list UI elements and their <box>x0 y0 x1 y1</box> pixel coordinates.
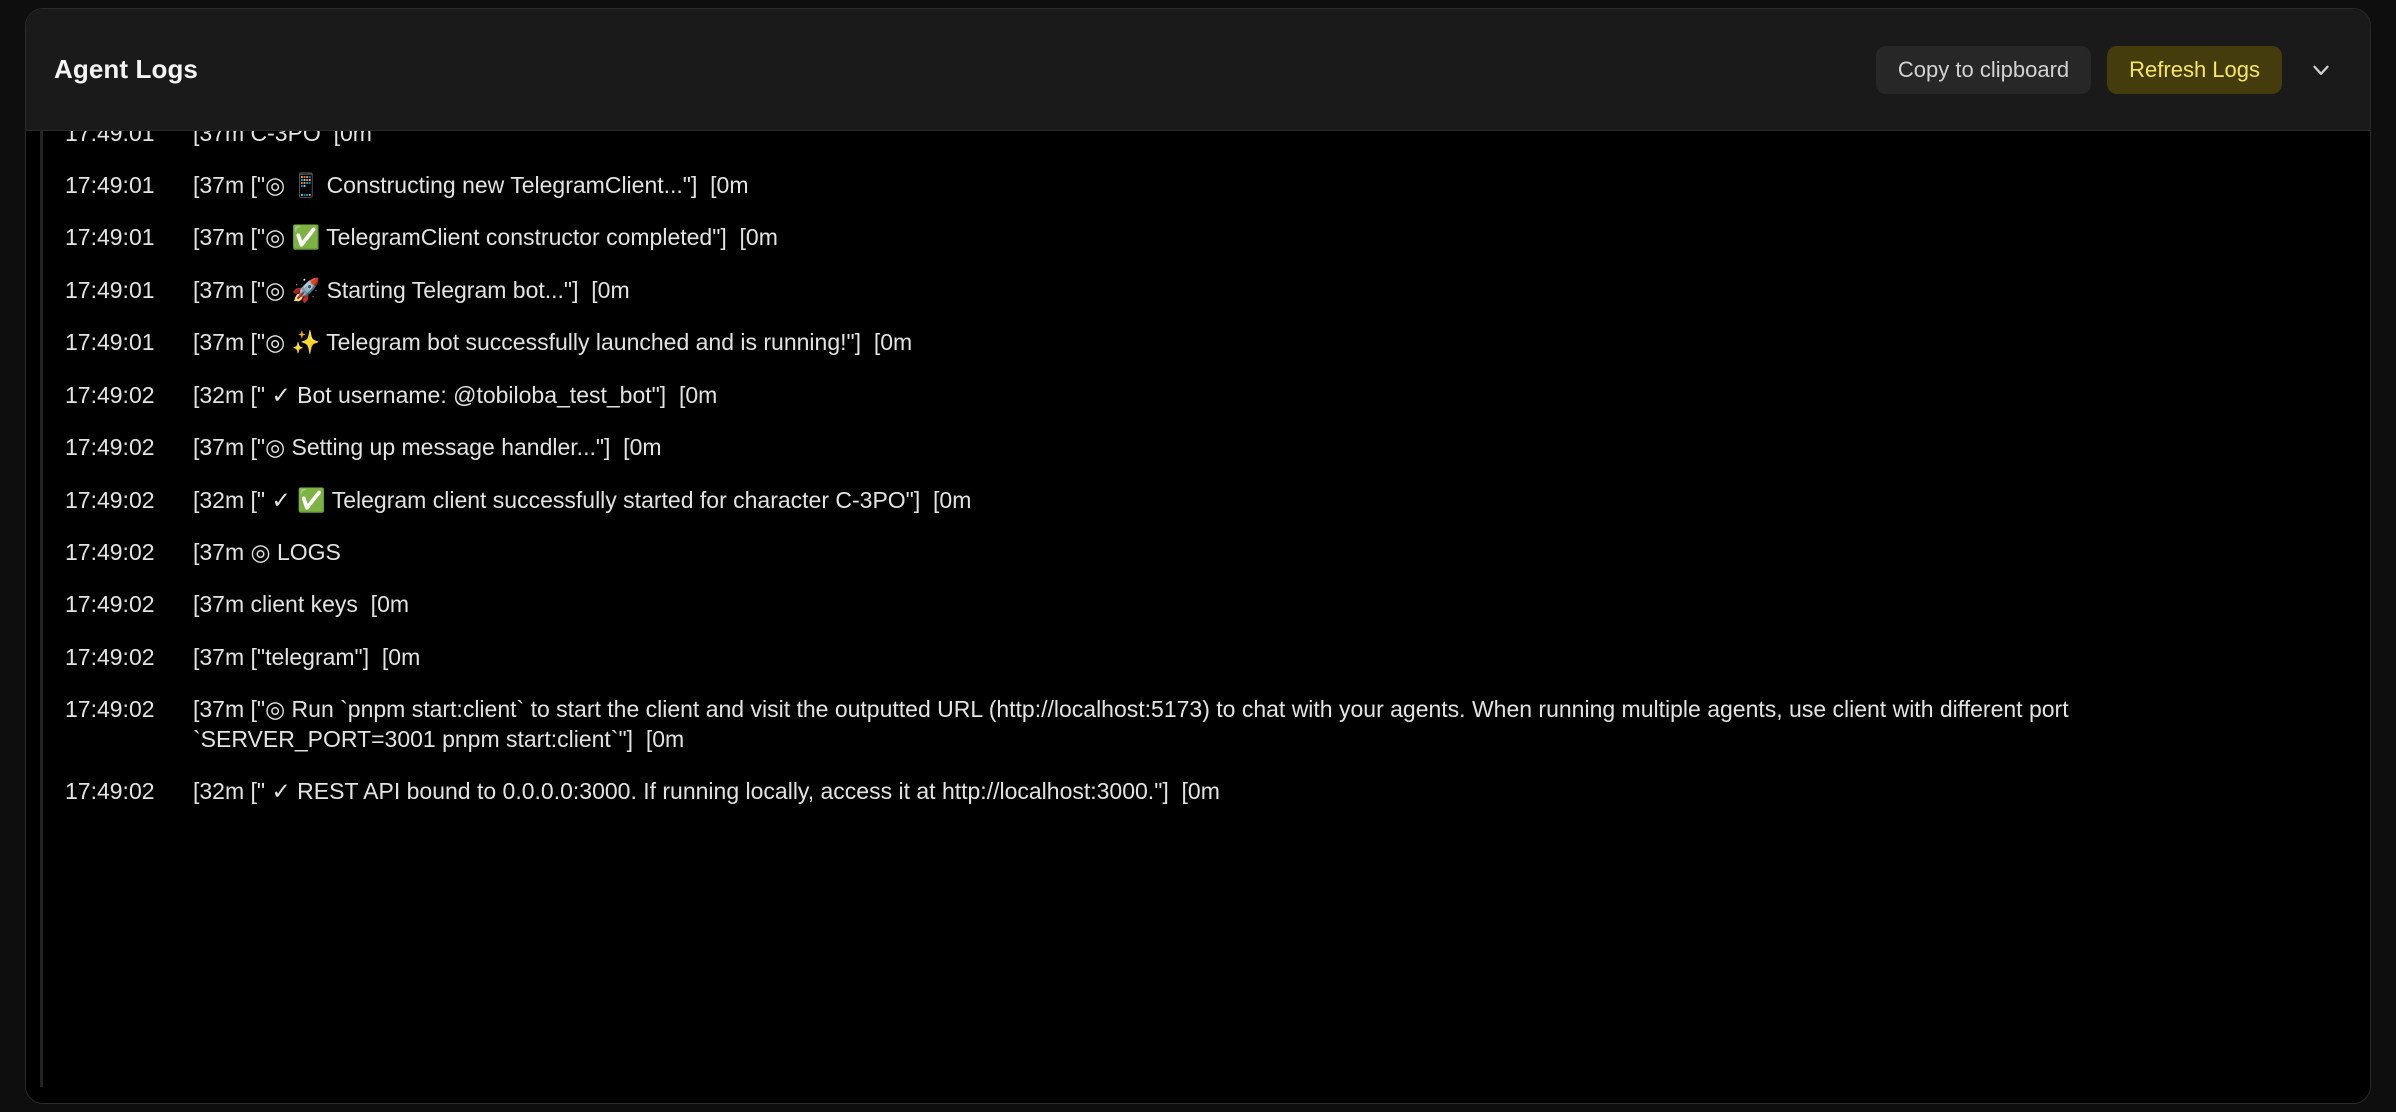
refresh-logs-button[interactable]: Refresh Logs <box>2107 45 2282 94</box>
copy-to-clipboard-button[interactable]: Copy to clipboard <box>1875 45 2092 94</box>
log-timestamp: 17:49:01 <box>65 224 155 251</box>
log-line: 17:49:02 [32m [" ✓ ✅ Telegram client succ… <box>65 474 2350 526</box>
log-message: [37m C-3PO [0m <box>193 131 372 146</box>
page-root: Agent Logs Copy to clipboard Refresh Log… <box>0 0 2396 1112</box>
log-message: [32m [" ✓ Bot username: @tobiloba_test_b… <box>193 381 718 408</box>
log-line: 17:49:02 [37m ["◎ Run `pnpm start:client`… <box>65 684 2350 766</box>
card-header: Agent Logs Copy to clipboard Refresh Log… <box>26 9 2370 131</box>
log-message: [37m ["◎ 🚀 Starting Telegram bot..."] [0… <box>193 276 630 303</box>
log-line: 17:49:02 [37m ["telegram"] [0m <box>65 631 2350 683</box>
log-message: [37m ["◎ 📱 Constructing new TelegramClie… <box>193 171 749 198</box>
log-message: [37m ["telegram"] [0m <box>193 643 421 670</box>
log-line: 17:49:01 [37m ["◎ ✨ Telegram bot successf… <box>65 317 2350 369</box>
log-timestamp: 17:49:02 <box>65 539 155 565</box>
log-timestamp: 17:49:02 <box>65 696 155 723</box>
log-line: 17:49:02 [37m client keys [0m <box>65 579 2350 631</box>
log-message: [37m ["◎ Run `pnpm start:client` to star… <box>193 696 2075 752</box>
header-actions: Copy to clipboard Refresh Logs <box>1875 45 2344 94</box>
log-timestamp: 17:49:01 <box>65 131 155 146</box>
log-line: 17:49:02 [37m ["◎ Setting up message hand… <box>65 422 2350 474</box>
log-timestamp: 17:49:02 <box>65 434 155 461</box>
log-timestamp: 17:49:01 <box>65 276 155 303</box>
log-message: [32m [" ✓ REST API bound to 0.0.0.0:3000… <box>193 778 1220 805</box>
log-timestamp: 17:49:01 <box>65 171 155 198</box>
log-scroll-region[interactable]: 17:49:01 [37m C-3PO [0m 17:49:01 [37m ["◎ 📱… <box>40 131 2350 1087</box>
chevron-down-icon <box>2308 57 2334 83</box>
log-timestamp: 17:49:02 <box>65 381 155 408</box>
log-line: 17:49:02 [32m [" ✓ Bot username: @tobilob… <box>65 369 2350 421</box>
log-message: [37m ["◎ ✨ Telegram bot successfully lau… <box>193 329 913 356</box>
log-timestamp: 17:49:01 <box>65 329 155 356</box>
log-message: [32m [" ✓ ✅ Telegram client successfully… <box>193 486 972 513</box>
log-line: 17:49:01 [37m ["◎ 🚀 Starting Telegram bot… <box>65 264 2350 316</box>
log-line: 17:49:02 [32m [" ✓ REST API bound to 0.0.… <box>65 766 2350 818</box>
log-line: 17:49:01 [37m ["◎ ✅ TelegramClient constr… <box>65 212 2350 264</box>
log-message: [37m ◎ LOGS <box>193 539 341 565</box>
log-line: 17:49:01 [37m ["◎ 📱 Constructing new Tele… <box>65 159 2350 211</box>
log-message: [37m ["◎ Setting up message handler..."]… <box>193 434 662 461</box>
log-line: 17:49:01 [37m C-3PO [0m <box>65 131 2350 159</box>
page-title: Agent Logs <box>54 54 198 84</box>
log-message: [37m client keys [0m <box>193 591 410 618</box>
log-timestamp: 17:49:02 <box>65 591 155 618</box>
collapse-toggle-button[interactable] <box>2298 47 2344 93</box>
log-timestamp: 17:49:02 <box>65 778 155 805</box>
log-message: [37m ["◎ ✅ TelegramClient constructor co… <box>193 224 778 251</box>
log-line: 17:49:02 [37m ◎ LOGS <box>65 527 2350 579</box>
agent-logs-card: Agent Logs Copy to clipboard Refresh Log… <box>25 8 2371 1104</box>
log-body: 17:49:01 [37m C-3PO [0m 17:49:01 [37m ["◎ 📱… <box>26 131 2370 1103</box>
log-timestamp: 17:49:02 <box>65 486 155 513</box>
log-timestamp: 17:49:02 <box>65 643 155 670</box>
